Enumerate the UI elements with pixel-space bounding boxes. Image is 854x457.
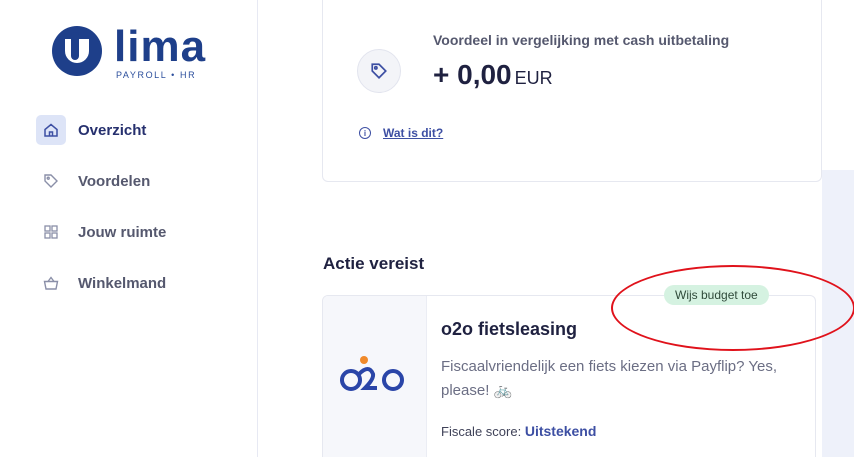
tag-icon (357, 49, 401, 93)
grid-icon (36, 217, 66, 247)
basket-icon (36, 268, 66, 298)
sidebar-item-label: Voordelen (78, 172, 151, 190)
sidebar: lima PAYROLL • HR Overzicht Voordelen Jo… (0, 0, 258, 457)
logo-wordmark: lima (114, 22, 207, 71)
background-shape (822, 170, 854, 457)
sidebar-item-winkelmand[interactable]: Winkelmand (36, 265, 246, 301)
offer-description: Fiscaalvriendelijk een fiets kiezen via … (441, 358, 778, 399)
brand-logo[interactable]: lima PAYROLL • HR (52, 22, 212, 82)
info-link[interactable]: i Wat is dit? (359, 126, 443, 140)
logo-mark-icon (52, 26, 102, 76)
home-icon (36, 115, 66, 145)
sidebar-item-overzicht[interactable]: Overzicht (36, 112, 246, 148)
budget-badge[interactable]: Wijs budget toe (664, 285, 769, 305)
sidebar-nav: Overzicht Voordelen Jouw ruimte Winkelma… (36, 112, 246, 316)
sidebar-item-jouw-ruimte[interactable]: Jouw ruimte (36, 214, 246, 250)
info-icon: i (359, 127, 371, 139)
page: lima PAYROLL • HR Overzicht Voordelen Jo… (0, 0, 854, 457)
sidebar-item-label: Winkelmand (78, 274, 167, 292)
logo-tagline: PAYROLL • HR (116, 70, 197, 80)
savings-card: Voordeel in vergelijking met cash uitbet… (322, 0, 822, 182)
sidebar-item-label: Jouw ruimte (78, 223, 167, 241)
savings-label: Voordeel in vergelijking met cash uitbet… (433, 32, 730, 48)
section-title: Actie vereist (323, 254, 425, 273)
info-link-text: Wat is dit? (383, 126, 444, 140)
savings-amount: + 0,00 EUR (433, 59, 553, 91)
fiscal-score-value: Uitstekend (524, 423, 597, 439)
fiscal-score: Fiscale score: Uitstekend (441, 423, 596, 439)
sidebar-item-label: Overzicht (78, 121, 147, 139)
o2o-logo-icon (340, 356, 404, 391)
fiscal-score-label: Fiscale score: (441, 424, 522, 439)
savings-unit: EUR (514, 68, 553, 88)
sidebar-item-voordelen[interactable]: Voordelen (36, 163, 246, 199)
tag-icon (36, 166, 66, 196)
savings-value: + 0,00 (433, 59, 512, 90)
